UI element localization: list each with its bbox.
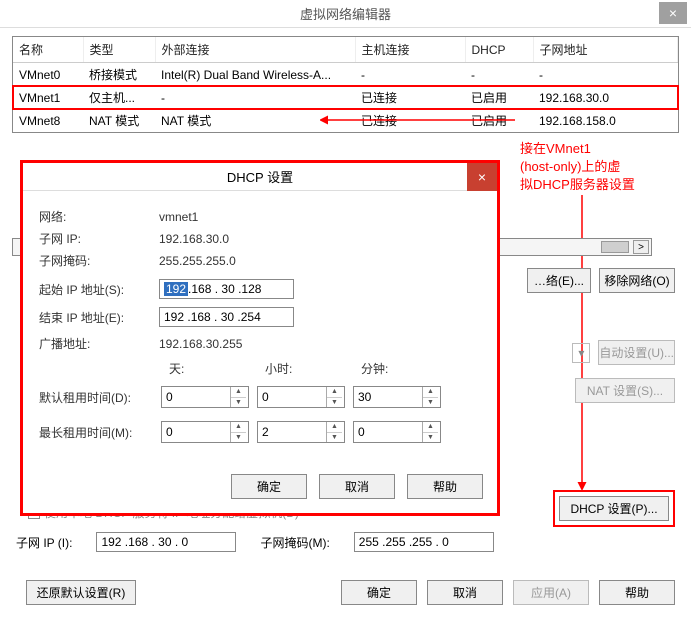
col-host[interactable]: 主机连接 — [355, 37, 465, 63]
col-days: 天: — [169, 360, 257, 377]
help-button[interactable]: 帮助 — [599, 580, 675, 605]
add-network-button[interactable]: …络(E)... — [527, 268, 591, 293]
chevron-up-icon[interactable]: ▲ — [423, 422, 438, 433]
main-content: 名称 类型 外部连接 主机连接 DHCP 子网地址 VMnet0 桥接模式 In… — [0, 28, 691, 149]
dhcp-settings-dialog: DHCP 设置 × 网络: vmnet1 子网 IP: 192.168.30.0… — [20, 160, 500, 516]
chevron-down-icon[interactable]: ▼ — [327, 398, 342, 408]
window-title: 虚拟网络编辑器 — [300, 4, 391, 23]
label-max-lease: 最长租用时间(M): — [39, 424, 161, 441]
chevron-down-icon[interactable]: ▼ — [423, 398, 438, 408]
dhcp-settings-button[interactable]: DHCP 设置(P)... — [559, 496, 669, 521]
label-mask-bottom: 子网掩码(M): — [260, 534, 329, 551]
nat-settings-button[interactable]: NAT 设置(S)... — [575, 378, 675, 403]
dhcp-settings-highlight: DHCP 设置(P)... — [553, 490, 675, 527]
value-broadcast: 192.168.30.255 — [159, 337, 242, 351]
dialog-cancel-button[interactable]: 取消 — [319, 474, 395, 499]
end-ip-input[interactable]: 192 .168 . 30 .254 — [159, 307, 294, 327]
chevron-up-icon[interactable]: ▲ — [231, 387, 246, 398]
table-row[interactable]: VMnet0 桥接模式 Intel(R) Dual Band Wireless-… — [13, 63, 678, 87]
default-lease-hours-stepper[interactable]: ▲▼ — [257, 386, 345, 408]
col-hours: 小时: — [265, 360, 353, 377]
col-type[interactable]: 类型 — [83, 37, 155, 63]
table-row[interactable]: VMnet1 仅主机... - 已连接 已启用 192.168.30.0 — [13, 86, 678, 109]
label-network: 网络: — [39, 208, 159, 225]
dialog-titlebar: DHCP 设置 × — [23, 163, 497, 191]
label-start-ip: 起始 IP 地址(S): — [39, 281, 159, 298]
col-name[interactable]: 名称 — [13, 37, 83, 63]
dialog-help-button[interactable]: 帮助 — [407, 474, 483, 499]
close-icon[interactable]: × — [659, 2, 687, 24]
chevron-up-icon[interactable]: ▲ — [231, 422, 246, 433]
col-ext[interactable]: 外部连接 — [155, 37, 355, 63]
table-row[interactable]: VMnet8 NAT 模式 NAT 模式 已连接 已启用 192.168.158… — [13, 109, 678, 132]
remove-network-button[interactable]: 移除网络(O) — [599, 268, 675, 293]
start-ip-input[interactable]: 192.168 . 30 .128 — [159, 279, 294, 299]
scroll-right-icon[interactable]: > — [633, 240, 649, 254]
chevron-up-icon[interactable]: ▲ — [327, 387, 342, 398]
label-default-lease: 默认租用时间(D): — [39, 389, 161, 406]
default-lease-days-stepper[interactable]: ▲▼ — [161, 386, 249, 408]
ok-button[interactable]: 确定 — [341, 580, 417, 605]
dialog-close-icon[interactable]: × — [467, 163, 497, 191]
default-lease-minutes-stepper[interactable]: ▲▼ — [353, 386, 441, 408]
bottom-button-row: 还原默认设置(R) 确定 取消 应用(A) 帮助 — [16, 580, 675, 605]
chevron-down-icon[interactable]: ▼ — [231, 398, 246, 408]
cancel-button[interactable]: 取消 — [427, 580, 503, 605]
dialog-title: DHCP 设置 — [227, 167, 293, 186]
chevron-down-icon[interactable]: ▼ — [327, 433, 342, 443]
chevron-up-icon[interactable]: ▲ — [423, 387, 438, 398]
max-lease-days-stepper[interactable]: ▲▼ — [161, 421, 249, 443]
titlebar: 虚拟网络编辑器 × — [0, 0, 691, 28]
chevron-down-icon[interactable]: ▼ — [423, 433, 438, 443]
label-subnet-ip: 子网 IP: — [39, 230, 159, 247]
annotation-text: 接在VMnet1 (host-only)上的虚 拟DHCP服务器设置 — [520, 140, 690, 195]
col-minutes: 分钟: — [361, 360, 449, 377]
label-broadcast: 广播地址: — [39, 335, 159, 352]
dialog-ok-button[interactable]: 确定 — [231, 474, 307, 499]
subnet-fields: 子网 IP (I): 192 .168 . 30 . 0 子网掩码(M): 25… — [16, 532, 494, 552]
col-subnet[interactable]: 子网地址 — [533, 37, 678, 63]
value-network: vmnet1 — [159, 210, 198, 224]
max-lease-hours-stepper[interactable]: ▲▼ — [257, 421, 345, 443]
dropdown-caret-icon[interactable]: ▾ — [572, 343, 590, 363]
scrollbar-thumb[interactable] — [601, 241, 629, 253]
chevron-down-icon[interactable]: ▼ — [231, 433, 246, 443]
label-subnet-ip-bottom: 子网 IP (I): — [16, 534, 72, 551]
value-mask: 255.255.255.0 — [159, 254, 236, 268]
subnet-ip-input[interactable]: 192 .168 . 30 . 0 — [96, 532, 236, 552]
apply-button[interactable]: 应用(A) — [513, 580, 589, 605]
subnet-mask-input[interactable]: 255 .255 .255 . 0 — [354, 532, 494, 552]
table-header-row: 名称 类型 外部连接 主机连接 DHCP 子网地址 — [13, 37, 678, 63]
network-table: 名称 类型 外部连接 主机连接 DHCP 子网地址 VMnet0 桥接模式 In… — [12, 36, 679, 133]
auto-settings-button[interactable]: 自动设置(U)... — [598, 340, 675, 365]
col-dhcp[interactable]: DHCP — [465, 37, 533, 63]
restore-defaults-button[interactable]: 还原默认设置(R) — [26, 580, 136, 605]
value-subnet-ip: 192.168.30.0 — [159, 232, 229, 246]
label-end-ip: 结束 IP 地址(E): — [39, 309, 159, 326]
chevron-up-icon[interactable]: ▲ — [327, 422, 342, 433]
max-lease-minutes-stepper[interactable]: ▲▼ — [353, 421, 441, 443]
label-mask: 子网掩码: — [39, 252, 159, 269]
